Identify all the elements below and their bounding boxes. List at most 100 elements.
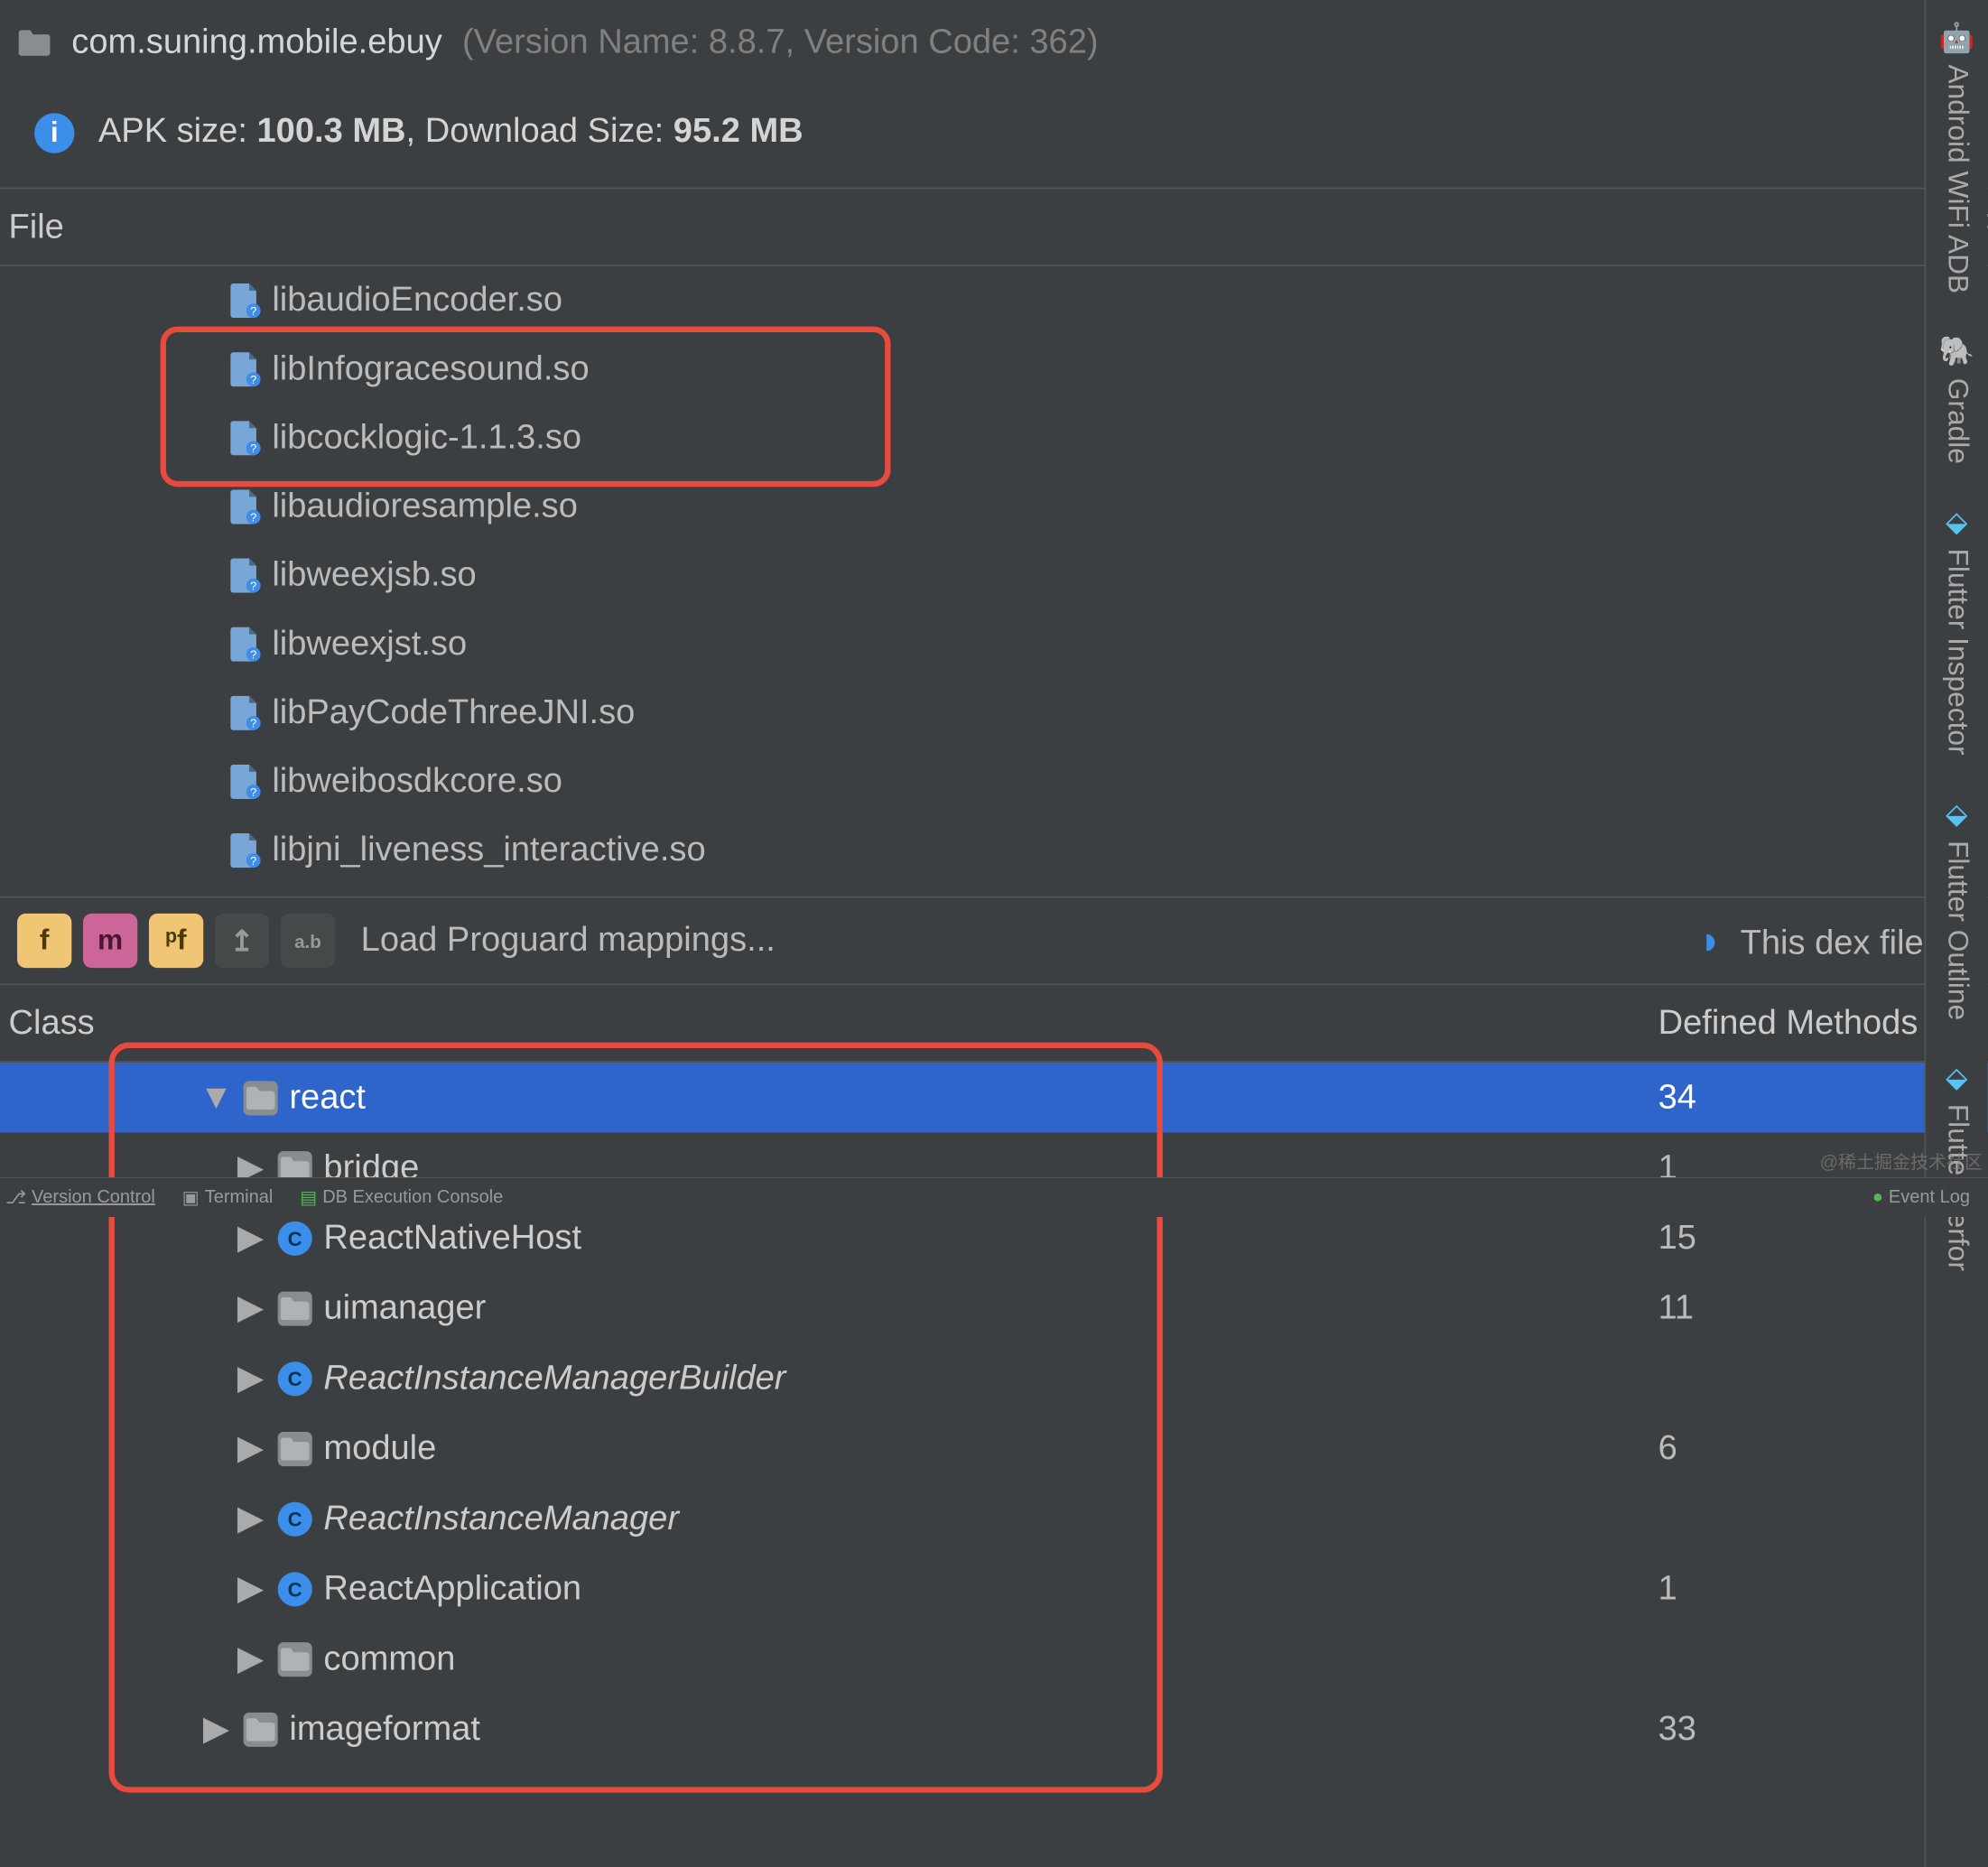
- dex-toolbar: f m ᵖf ↥ a.b Load Proguard mappings... ◗…: [0, 896, 1988, 985]
- file-icon: ?: [229, 283, 261, 318]
- file-icon: ?: [229, 421, 261, 455]
- tab-db-console[interactable]: ▤DB Execution Console: [300, 1186, 503, 1209]
- class-icon: C: [278, 1221, 312, 1255]
- file-name: libPayCodeThreeJNI.so: [272, 693, 635, 733]
- svg-text:?: ?: [250, 511, 256, 524]
- svg-text:?: ?: [250, 855, 256, 868]
- file-row[interactable]: ?libPayCodeThreeJNI.so12.5 KB12.5 KB0%: [0, 679, 1988, 748]
- tool-button-1[interactable]: ↥: [215, 914, 269, 968]
- class-name: ReactInstanceManagerBuilder: [323, 1358, 785, 1398]
- file-name: libweexjsb.so: [272, 555, 476, 595]
- class-name: module: [323, 1428, 436, 1468]
- file-icon: ?: [229, 765, 261, 799]
- svg-text:?: ?: [250, 649, 256, 662]
- file-row[interactable]: ?libaudioEncoder.so18.4 KB18.4 KB0%: [0, 266, 1988, 335]
- class-row[interactable]: ▼react34713.1 KB: [0, 1063, 1988, 1133]
- file-row[interactable]: ?libweexjsb.so13.7 KB13.7 KB0%: [0, 542, 1988, 610]
- file-row[interactable]: ?libweibosdkcore.so12.2 KB12.2 KB0%: [0, 748, 1988, 816]
- class-row[interactable]: ▶CReactInstanceManager240 B: [0, 1483, 1988, 1554]
- file-name: libcocklogic-1.1.3.so: [272, 418, 581, 458]
- expand-arrow-icon[interactable]: ▶: [235, 1638, 266, 1679]
- file-icon: ?: [229, 559, 261, 593]
- tab-android-wifi-adb[interactable]: 🤖Android WiFi ADB: [1933, 0, 1980, 313]
- file-icon: ?: [229, 833, 261, 868]
- class-icon: C: [278, 1501, 312, 1536]
- svg-text:?: ?: [250, 305, 256, 318]
- col-file-header[interactable]: File: [0, 207, 1742, 246]
- expand-arrow-icon[interactable]: ▶: [200, 1708, 232, 1750]
- class-row[interactable]: ▶CReactApplication1166 B: [0, 1554, 1988, 1624]
- file-icon: ?: [229, 696, 261, 730]
- file-row[interactable]: ?libstidocr_stream_jni.so9.3 KB9.3 KB0%: [0, 885, 1988, 896]
- class-row[interactable]: ▶module66304 B: [0, 1413, 1988, 1483]
- tab-event-log[interactable]: ●Event Log: [1872, 1187, 1970, 1208]
- expand-arrow-icon[interactable]: ▼: [200, 1077, 232, 1117]
- svg-text:?: ?: [250, 718, 256, 730]
- filter-fields-button[interactable]: f: [17, 914, 71, 968]
- expand-arrow-icon[interactable]: ▶: [235, 1217, 266, 1259]
- file-row[interactable]: ?libInfogracesound.so16.9 KB16.9 KB0%: [0, 335, 1988, 404]
- svg-text:?: ?: [250, 786, 256, 799]
- package-icon: [278, 1431, 312, 1465]
- load-proguard-button[interactable]: Load Proguard mappings...: [361, 921, 776, 961]
- class-row[interactable]: ▶CReactInstanceManagerBuilder12306 B: [0, 1343, 1988, 1414]
- database-icon: ▤: [300, 1186, 317, 1209]
- class-row[interactable]: ▶uimanager1112550 B: [0, 1273, 1988, 1343]
- folder-icon: [17, 26, 51, 60]
- file-icon: ?: [229, 489, 261, 524]
- file-name: libaudioresample.so: [272, 487, 578, 526]
- file-name: libjni_liveness_interactive.so: [272, 831, 705, 870]
- expand-arrow-icon[interactable]: ▶: [235, 1287, 266, 1329]
- tab-gradle[interactable]: 🐘Gradle: [1933, 313, 1980, 484]
- terminal-icon: ▣: [182, 1186, 200, 1209]
- gradle-icon: 🐘: [1939, 334, 1975, 370]
- version-info: (Version Name: 8.8.7, Version Code: 362): [462, 23, 1099, 62]
- tab-version-control[interactable]: ⎇Version Control: [5, 1186, 155, 1209]
- dex-icon: ◗: [1698, 918, 1723, 962]
- bottom-tool-bar: ⎇Version Control ▣Terminal ▤DB Execution…: [0, 1177, 1988, 1217]
- file-row[interactable]: ?libweexjst.so13.7 KB13.7 KB0%: [0, 610, 1988, 679]
- package-icon: [278, 1291, 312, 1325]
- class-name: uimanager: [323, 1288, 486, 1328]
- flutter-icon: ⬙: [1946, 795, 1967, 831]
- file-row[interactable]: ?libcocklogic-1.1.3.so14.6 KB14.6 KB0%: [0, 404, 1988, 472]
- expand-arrow-icon[interactable]: ▶: [235, 1358, 266, 1399]
- apk-size-text: APK size: 100.3 MB, Download Size: 95.2 …: [98, 111, 804, 150]
- tab-flutter-outline[interactable]: ⬙Flutter Outline: [1935, 776, 1979, 1040]
- apk-size-row: i APK size: 100.3 MB, Download Size: 95.…: [0, 78, 1988, 190]
- file-name: libaudioEncoder.so: [272, 281, 562, 320]
- package-name: com.suning.mobile.ebuy: [71, 23, 441, 62]
- expand-arrow-icon[interactable]: ▶: [235, 1498, 266, 1539]
- tool-button-2[interactable]: a.b: [281, 914, 335, 968]
- tab-terminal[interactable]: ▣Terminal: [182, 1186, 273, 1209]
- class-table-body[interactable]: ▼react34713.1 KB▶bridge123696 B▶CReactNa…: [0, 1063, 1988, 1781]
- class-row[interactable]: ▶common50 B: [0, 1624, 1988, 1695]
- expand-arrow-icon[interactable]: ▶: [235, 1568, 266, 1610]
- class-row[interactable]: ▶imageformat33334.1 KB: [0, 1694, 1988, 1764]
- class-name: react: [289, 1077, 366, 1117]
- file-name: libweexjst.so: [272, 624, 467, 664]
- package-icon: [278, 1641, 312, 1676]
- expand-arrow-icon[interactable]: ▶: [235, 1427, 266, 1469]
- class-name: ReactApplication: [323, 1568, 581, 1608]
- class-name: common: [323, 1639, 455, 1678]
- file-row[interactable]: ?libjni_liveness_interactive.so11.3 KB11…: [0, 816, 1988, 885]
- class-name: ReactInstanceManager: [323, 1499, 679, 1538]
- filter-pf-button[interactable]: ᵖf: [149, 914, 203, 968]
- watermark: @稀土掘金技术社区: [1820, 1147, 1983, 1174]
- file-icon: ?: [229, 352, 261, 386]
- flutter-icon: ⬙: [1946, 504, 1967, 540]
- apk-title-row: com.suning.mobile.ebuy (Version Name: 8.…: [0, 0, 1988, 86]
- class-icon: C: [278, 1361, 312, 1395]
- filter-methods-button[interactable]: m: [83, 914, 137, 968]
- file-name: libweibosdkcore.so: [272, 762, 562, 802]
- file-table-body[interactable]: ?libaudioEncoder.so18.4 KB18.4 KB0%?libI…: [0, 266, 1988, 896]
- class-name: imageformat: [289, 1709, 480, 1749]
- col-class-header[interactable]: Class: [0, 1003, 1658, 1043]
- tab-flutter-inspector[interactable]: ⬙Flutter Inspector: [1935, 484, 1979, 776]
- flutter-icon: ⬙: [1946, 1060, 1967, 1096]
- file-row[interactable]: ?libaudioresample.so14.5 KB14.5 KB0%: [0, 472, 1988, 541]
- svg-text:?: ?: [250, 580, 256, 592]
- svg-text:?: ?: [250, 442, 256, 455]
- android-icon: 🤖: [1939, 20, 1975, 56]
